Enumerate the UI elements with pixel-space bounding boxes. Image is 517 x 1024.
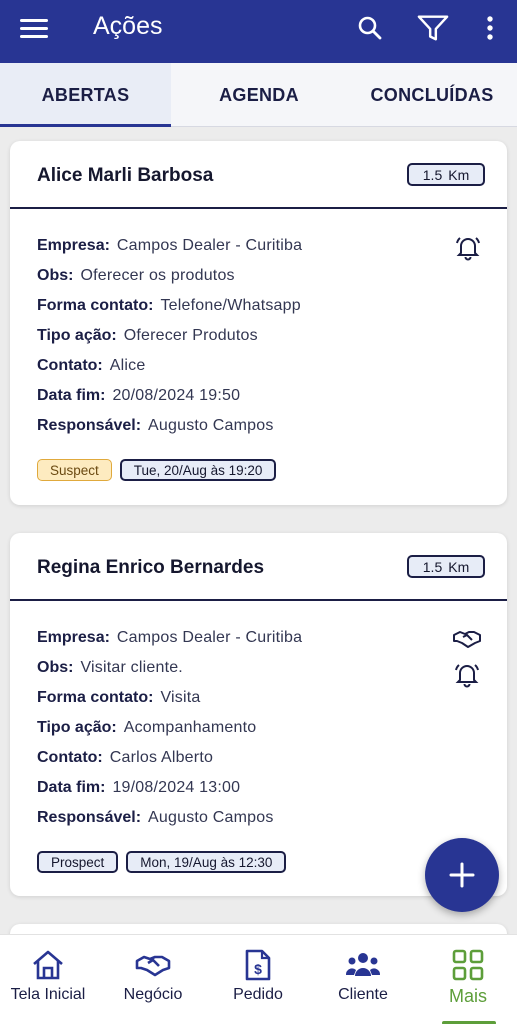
- field-data-fim: Data fim: 20/08/2024 19:50: [37, 387, 241, 404]
- tab-agenda[interactable]: AGENDA: [171, 63, 347, 127]
- field-contato: Contato: Alice: [37, 357, 146, 374]
- field-obs: Obs: Visitar cliente.: [37, 659, 183, 676]
- date-badge: Tue, 20/Aug às 19:20: [119, 459, 277, 481]
- action-card[interactable]: Regina Enrico Bernardes 1.5 Km Empresa: C…: [10, 533, 507, 896]
- nav-tela-inicial[interactable]: Tela Inicial: [0, 949, 98, 1004]
- tab-concluidas[interactable]: CONCLUÍDAS: [347, 63, 517, 127]
- document-dollar-icon: $: [245, 949, 271, 981]
- card-body: Empresa: Campos Dealer - Curitiba Obs: Ofe…: [10, 209, 507, 441]
- field-empresa: Empresa: Campos Dealer - Curitiba: [37, 237, 303, 254]
- field-data-fim: Data fim: 19/08/2024 13:00: [37, 779, 241, 796]
- menu-icon[interactable]: [20, 14, 48, 42]
- grid-icon: [452, 949, 484, 981]
- field-forma-contato: Forma contato: Visita: [37, 689, 201, 706]
- handshake-icon: [135, 955, 171, 977]
- bottom-nav: Tela Inicial Negócio $ Pedido Cliente Ma…: [0, 934, 517, 1024]
- home-icon: [33, 950, 63, 980]
- svg-text:$: $: [254, 961, 262, 977]
- handshake-icon[interactable]: [453, 629, 481, 654]
- tab-bar: ABERTAS AGENDA CONCLUÍDAS: [0, 63, 517, 127]
- card-header: Alice Marli Barbosa 1.5 Km: [10, 141, 507, 209]
- date-badge: Mon, 19/Aug às 12:30: [126, 851, 287, 873]
- field-empresa: Empresa: Campos Dealer - Curitiba: [37, 629, 303, 646]
- distance-value: 1.5: [422, 558, 443, 575]
- distance-unit: Km: [448, 166, 470, 183]
- card-name: Regina Enrico Bernardes: [37, 557, 265, 578]
- status-badge: Prospect: [37, 851, 119, 873]
- more-vert-icon[interactable]: [474, 12, 506, 44]
- field-tipo-acao: Tipo ação: Acompanhamento: [37, 719, 257, 736]
- app-bar: Ações: [0, 0, 517, 63]
- nav-label: Mais: [448, 986, 487, 1006]
- nav-mais[interactable]: Mais: [418, 949, 517, 1007]
- status-badge: Suspect: [37, 459, 112, 481]
- distance-badge: 1.5 Km: [407, 555, 485, 578]
- field-obs: Obs: Oferecer os produtos: [37, 267, 235, 284]
- field-responsavel: Responsável: Augusto Campos: [37, 417, 274, 434]
- field-tipo-acao: Tipo ação: Oferecer Produtos: [37, 327, 258, 344]
- distance-badge: 1.5 Km: [407, 163, 485, 186]
- nav-label: Negócio: [123, 986, 183, 1003]
- nav-label: Cliente: [338, 986, 388, 1003]
- tab-abertas[interactable]: ABERTAS: [0, 63, 171, 127]
- card-side-icons: [453, 629, 481, 693]
- field-contato: Contato: Carlos Alberto: [37, 749, 214, 766]
- field-forma-contato: Forma contato: Telefone/Whatsapp: [37, 297, 301, 314]
- plus-icon: [449, 862, 475, 888]
- card-side-icons: [455, 235, 481, 266]
- card-name: Alice Marli Barbosa: [37, 165, 214, 186]
- filter-icon[interactable]: [417, 12, 449, 44]
- search-icon[interactable]: [354, 12, 386, 44]
- page-title: Ações: [93, 12, 163, 40]
- tab-indicator: [0, 124, 171, 127]
- nav-label: Tela Inicial: [10, 986, 86, 1003]
- nav-cliente[interactable]: Cliente: [313, 949, 413, 1004]
- bell-icon[interactable]: [455, 235, 481, 266]
- card-header: Regina Enrico Bernardes 1.5 Km: [10, 533, 507, 601]
- nav-negocio[interactable]: Negócio: [103, 949, 203, 1004]
- add-action-button[interactable]: [425, 838, 499, 912]
- field-responsavel: Responsável: Augusto Campos: [37, 809, 274, 826]
- bell-icon[interactable]: [454, 662, 480, 693]
- action-card[interactable]: Alice Marli Barbosa 1.5 Km Empresa: Campo…: [10, 141, 507, 505]
- card-badges: Suspect Tue, 20/Aug às 19:20: [10, 459, 507, 481]
- nav-label: Pedido: [233, 986, 283, 1003]
- card-body: Empresa: Campos Dealer - Curitiba Obs: Vis…: [10, 601, 507, 833]
- distance-value: 1.5: [422, 166, 443, 183]
- users-icon: [345, 953, 381, 976]
- nav-pedido[interactable]: $ Pedido: [208, 949, 308, 1004]
- distance-unit: Km: [448, 558, 470, 575]
